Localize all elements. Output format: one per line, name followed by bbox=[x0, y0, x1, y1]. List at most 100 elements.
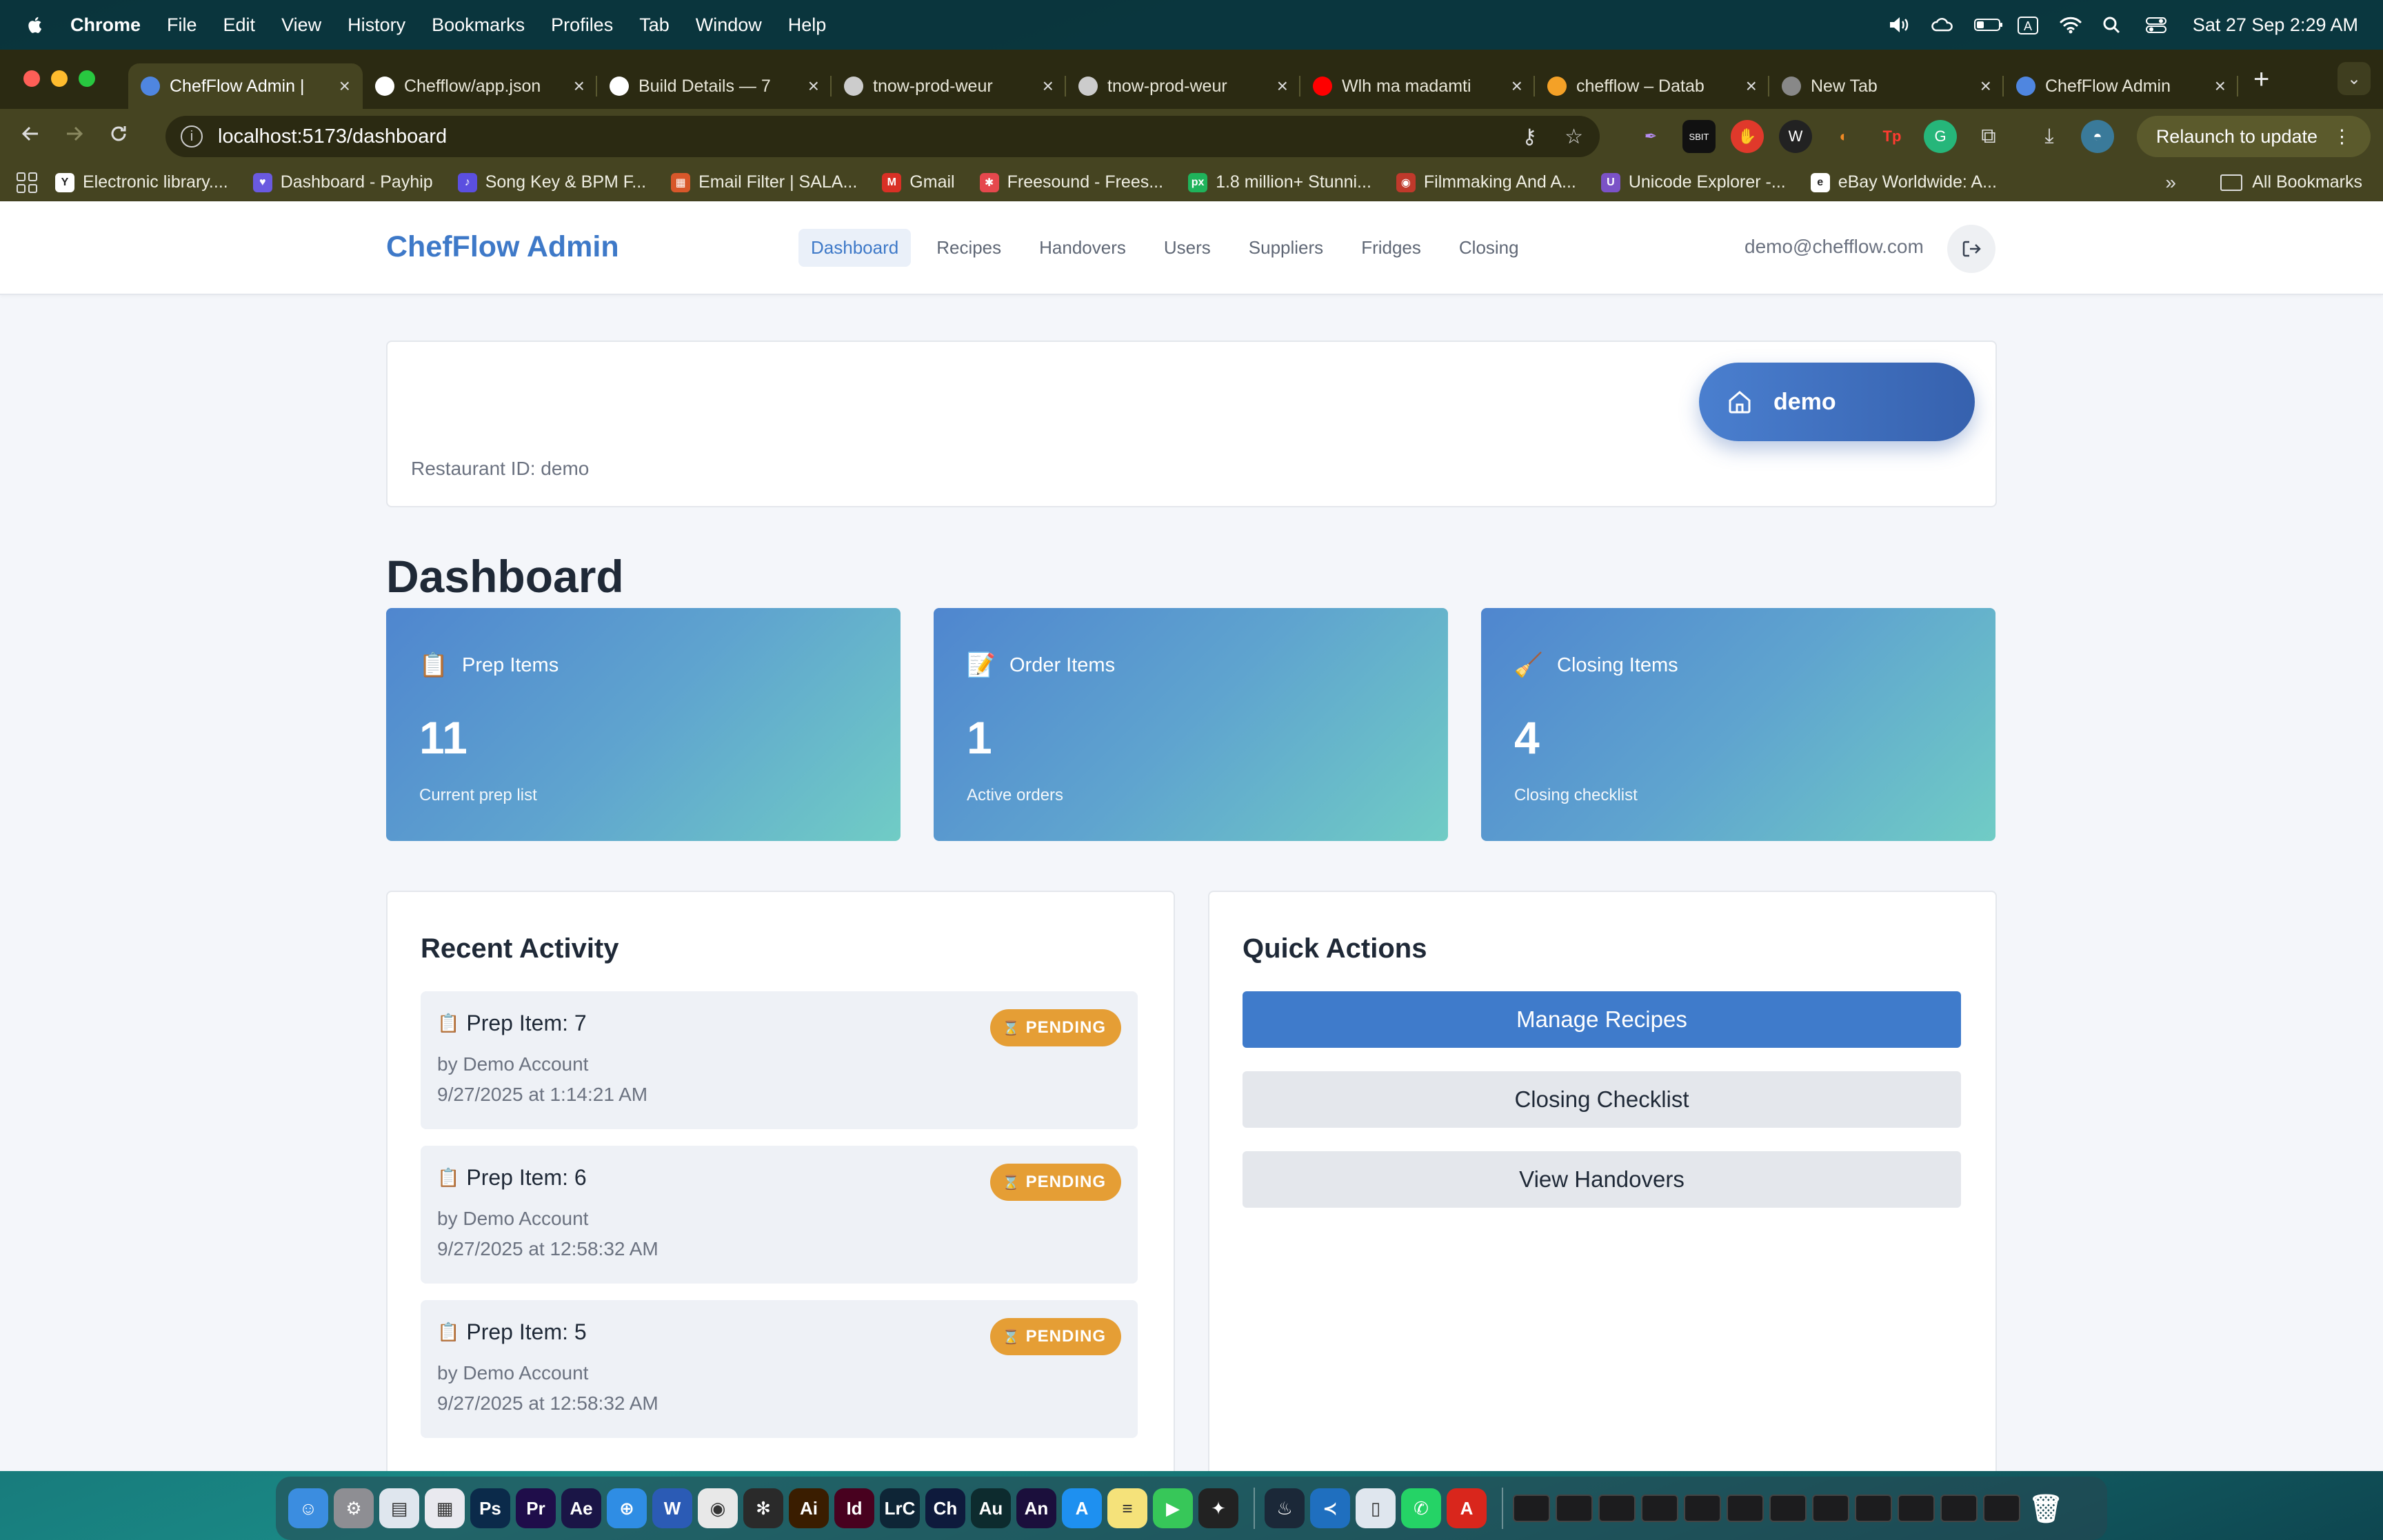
minimized-window-thumbnail[interactable] bbox=[1898, 1495, 1935, 1522]
close-window-button[interactable] bbox=[23, 70, 40, 87]
photoshop-icon[interactable]: Ps bbox=[470, 1488, 510, 1528]
menu-app-name[interactable]: Chrome bbox=[70, 14, 141, 36]
nav-closing[interactable]: Closing bbox=[1447, 229, 1531, 267]
steam-icon[interactable]: ♨ bbox=[1265, 1488, 1305, 1528]
close-tab-icon[interactable]: × bbox=[808, 75, 819, 97]
app-brand[interactable]: ChefFlow Admin bbox=[386, 230, 619, 264]
menu-help[interactable]: Help bbox=[788, 14, 827, 36]
xcode-simulator-icon[interactable]: ▯ bbox=[1356, 1488, 1396, 1528]
notes-icon[interactable]: ≡ bbox=[1107, 1488, 1147, 1528]
bookmark-item[interactable]: px 1.8 million+ Stunni... bbox=[1188, 172, 1371, 192]
apple-logo-icon[interactable] bbox=[26, 14, 46, 36]
wifi-icon[interactable] bbox=[2059, 15, 2082, 34]
address-bar[interactable]: i localhost:5173/dashboard ⚷ ☆ bbox=[165, 116, 1600, 157]
lightroom-classic-icon[interactable]: LrC bbox=[880, 1488, 920, 1528]
menu-view[interactable]: View bbox=[281, 14, 321, 36]
browser-tab[interactable]: tnow-prod-weur × bbox=[1066, 63, 1300, 109]
minimized-window-thumbnail[interactable] bbox=[1513, 1495, 1550, 1522]
after-effects-icon[interactable]: Ae bbox=[561, 1488, 601, 1528]
safari-icon[interactable]: ⊕ bbox=[607, 1488, 647, 1528]
minimized-window-thumbnail[interactable] bbox=[1812, 1495, 1849, 1522]
menu-profiles[interactable]: Profiles bbox=[551, 14, 613, 36]
nav-users[interactable]: Users bbox=[1152, 229, 1223, 267]
browser-tab[interactable]: tnow-prod-weur × bbox=[832, 63, 1066, 109]
nav-dashboard[interactable]: Dashboard bbox=[798, 229, 912, 267]
premiere-icon[interactable]: Pr bbox=[516, 1488, 556, 1528]
bookmark-item[interactable]: e eBay Worldwide: A... bbox=[1810, 172, 1997, 192]
davinci-icon[interactable]: ✻ bbox=[743, 1488, 783, 1528]
facetime-icon[interactable]: ▶ bbox=[1153, 1488, 1193, 1528]
acrobat-icon[interactable]: A bbox=[1447, 1488, 1487, 1528]
browser-tab[interactable]: ChefFlow Admin | × bbox=[128, 63, 363, 109]
relaunch-to-update-button[interactable]: Relaunch to update ⋮ bbox=[2136, 116, 2371, 157]
site-info-icon[interactable]: i bbox=[181, 125, 203, 148]
trash-icon[interactable]: 🗑 bbox=[2026, 1488, 2066, 1528]
minimized-window-thumbnail[interactable] bbox=[1684, 1495, 1721, 1522]
sbit-extension-icon[interactable]: SBIT bbox=[1682, 120, 1716, 153]
minimized-window-thumbnail[interactable] bbox=[1983, 1495, 2020, 1522]
close-tab-icon[interactable]: × bbox=[1277, 75, 1288, 97]
volume-icon[interactable] bbox=[1888, 15, 1911, 34]
battery-icon[interactable] bbox=[1973, 15, 2002, 34]
minimize-window-button[interactable] bbox=[51, 70, 68, 87]
activity-item[interactable]: 📋 Prep Item: 7 ⌛ PENDING by Demo Account 9… bbox=[421, 991, 1138, 1129]
grammarly-extension-icon[interactable]: G bbox=[1924, 120, 1957, 153]
bookmark-item[interactable]: M Gmail bbox=[882, 172, 955, 192]
character-animator-icon[interactable]: Ch bbox=[925, 1488, 965, 1528]
reload-button[interactable] bbox=[97, 123, 141, 150]
figma-icon[interactable]: ✦ bbox=[1198, 1488, 1238, 1528]
nav-handovers[interactable]: Handovers bbox=[1027, 229, 1138, 267]
system-settings-icon[interactable]: ⚙ bbox=[334, 1488, 374, 1528]
nav-recipes[interactable]: Recipes bbox=[924, 229, 1014, 267]
bookmark-item[interactable]: Y Electronic library.... bbox=[55, 172, 228, 192]
cloud-sync-icon[interactable] bbox=[1931, 15, 1954, 34]
flame-extension-icon[interactable]: ◐ bbox=[1827, 120, 1860, 153]
app-store-icon[interactable]: A bbox=[1062, 1488, 1102, 1528]
minimized-window-thumbnail[interactable] bbox=[1727, 1495, 1764, 1522]
menu-edit[interactable]: Edit bbox=[223, 14, 256, 36]
spotlight-search-icon[interactable] bbox=[2102, 15, 2125, 34]
menu-history[interactable]: History bbox=[348, 14, 405, 36]
animate-icon[interactable]: An bbox=[1016, 1488, 1056, 1528]
input-source-icon[interactable]: A bbox=[2016, 15, 2040, 34]
nav-suppliers[interactable]: Suppliers bbox=[1236, 229, 1336, 267]
close-tab-icon[interactable]: × bbox=[339, 75, 350, 97]
new-tab-button[interactable]: + bbox=[2253, 64, 2269, 95]
menu-file[interactable]: File bbox=[167, 14, 197, 36]
word-icon[interactable]: W bbox=[652, 1488, 692, 1528]
vscode-icon[interactable]: ≺ bbox=[1310, 1488, 1350, 1528]
indesign-icon[interactable]: Id bbox=[834, 1488, 874, 1528]
close-tab-icon[interactable]: × bbox=[1043, 75, 1054, 97]
apps-grid-icon[interactable] bbox=[17, 172, 37, 193]
nav-fridges[interactable]: Fridges bbox=[1349, 229, 1434, 267]
tp-extension-icon[interactable]: Tp bbox=[1876, 120, 1909, 153]
forward-button[interactable] bbox=[52, 123, 97, 150]
menubar-clock[interactable]: Sat 27 Sep 2:29 AM bbox=[2193, 14, 2358, 36]
stat-card-orders[interactable]: 📝 Order Items 1 Active orders bbox=[934, 608, 1448, 841]
stat-card-prep[interactable]: 📋 Prep Items 11 Current prep list bbox=[386, 608, 901, 841]
url-text[interactable]: localhost:5173/dashboard bbox=[218, 125, 447, 148]
bookmark-item[interactable]: U Unicode Explorer -... bbox=[1600, 172, 1786, 192]
chrome-icon[interactable]: ◉ bbox=[698, 1488, 738, 1528]
browser-tab[interactable]: Build Details — 7 × bbox=[597, 63, 832, 109]
minimized-window-thumbnail[interactable] bbox=[1556, 1495, 1593, 1522]
view-handovers-button[interactable]: View Handovers bbox=[1243, 1151, 1961, 1208]
back-button[interactable] bbox=[8, 123, 52, 150]
password-key-icon[interactable]: ⚷ bbox=[1522, 125, 1537, 149]
finder-icon[interactable]: ☺ bbox=[288, 1488, 328, 1528]
profile-avatar[interactable]: ◓ bbox=[2081, 120, 2114, 153]
downloads-icon[interactable]: ⤓ bbox=[2033, 120, 2066, 153]
extensions-puzzle-icon[interactable]: ⧉ bbox=[1972, 120, 2005, 153]
adblock-extension-icon[interactable]: ✋ bbox=[1731, 120, 1764, 153]
more-bookmarks-chevron-icon[interactable]: » bbox=[2165, 172, 2176, 194]
minimized-window-thumbnail[interactable] bbox=[1855, 1495, 1892, 1522]
bookmark-item[interactable]: ♥ Dashboard - Payhip bbox=[252, 172, 433, 192]
bookmark-item[interactable]: ▦ Email Filter | SALA... bbox=[671, 172, 857, 192]
minimized-window-thumbnail[interactable] bbox=[1598, 1495, 1636, 1522]
zoom-window-button[interactable] bbox=[79, 70, 95, 87]
all-bookmarks-button[interactable]: All Bookmarks bbox=[2220, 172, 2362, 192]
control-center-icon[interactable] bbox=[2144, 15, 2168, 34]
stat-card-closing[interactable]: 🧹 Closing Items 4 Closing checklist bbox=[1481, 608, 1995, 841]
browser-tab[interactable]: ChefFlow Admin × bbox=[2004, 63, 2238, 109]
activity-item[interactable]: 📋 Prep Item: 6 ⌛ PENDING by Demo Account 9… bbox=[421, 1146, 1138, 1284]
